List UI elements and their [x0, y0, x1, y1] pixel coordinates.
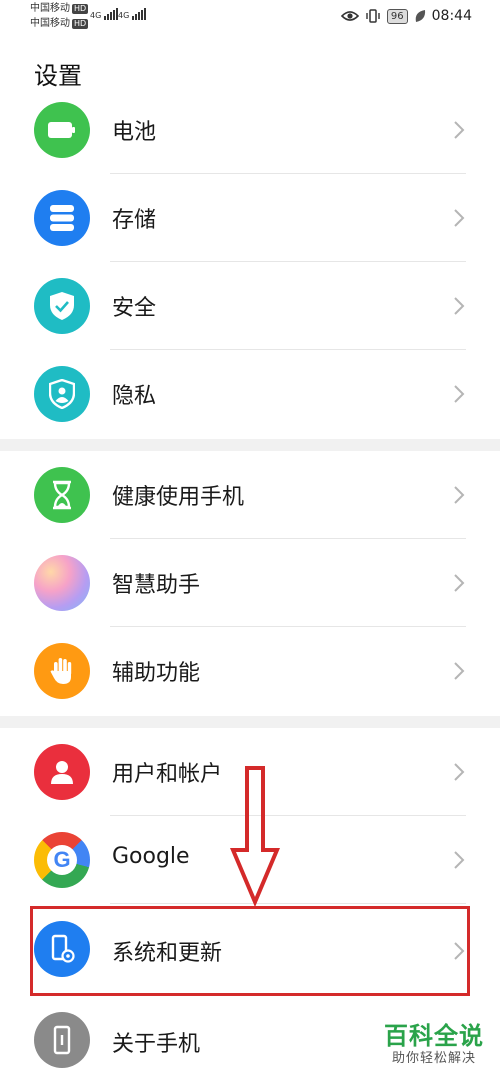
status-right: 96 08:44: [340, 8, 472, 24]
privacy-shield-user-icon: [34, 366, 90, 422]
settings-item-accessibility[interactable]: 辅助功能: [0, 627, 500, 715]
settings-item-label: 安全: [112, 296, 157, 321]
chevron-right-icon: [454, 574, 465, 592]
settings-item-label: 电池: [112, 120, 157, 145]
settings-item-label: 健康使用手机: [112, 485, 245, 510]
eye-icon: [340, 11, 359, 21]
chevron-right-icon: [454, 121, 465, 139]
divider: [110, 903, 466, 904]
annotation-highlight-box: [30, 906, 470, 996]
chevron-right-icon: [454, 763, 465, 781]
watermark-logo: 百科全说 助你轻松解决: [384, 1022, 484, 1068]
shield-check-icon: [34, 278, 90, 334]
user-icon: [34, 744, 90, 800]
chevron-right-icon: [454, 486, 465, 504]
hd-badge-2: HD: [72, 19, 89, 29]
battery-icon: [34, 102, 90, 158]
network-type-1: 4G: [90, 11, 102, 20]
settings-item-label: 用户和帐户: [112, 762, 223, 787]
settings-item-label: 存储: [112, 208, 157, 233]
hd-badge-1: HD: [72, 4, 89, 14]
settings-item-label: 辅助功能: [112, 661, 201, 686]
settings-item-privacy[interactable]: 隐私: [0, 350, 500, 438]
ai-assistant-orb-icon: [34, 555, 90, 611]
signal-2-icon: 4G: [118, 8, 146, 20]
settings-item-label: 关于手机: [112, 1032, 201, 1057]
carrier-2: 中国移动 HD: [30, 18, 89, 30]
vibrate-icon: [366, 9, 380, 23]
section-gap: [0, 439, 500, 451]
leaf-icon: [415, 10, 425, 22]
storage-icon: [34, 190, 90, 246]
settings-item-label: 智慧助手: [112, 573, 201, 598]
chevron-right-icon: [454, 297, 465, 315]
annotation-arrow-icon: [230, 766, 280, 906]
battery-indicator: 96: [386, 8, 408, 24]
chevron-right-icon: [454, 851, 465, 869]
signal-1-icon: 4G: [90, 8, 118, 20]
carrier-1: 中国移动 HD: [30, 3, 89, 15]
settings-item-label: 隐私: [112, 384, 157, 409]
clock: 08:44: [431, 8, 472, 24]
network-type-2: 4G: [118, 11, 130, 20]
settings-item-storage[interactable]: 存储: [0, 174, 500, 262]
hourglass-icon: [34, 467, 90, 523]
phone-icon: [34, 1012, 90, 1068]
settings-item-battery[interactable]: 电池: [0, 86, 500, 174]
settings-item-security[interactable]: 安全: [0, 262, 500, 350]
carrier-1-name: 中国移动: [30, 3, 70, 14]
settings-item-assistant[interactable]: 智慧助手: [0, 539, 500, 627]
section-gap: [0, 716, 500, 728]
google-g-icon: G: [34, 832, 90, 888]
hand-icon: [34, 643, 90, 699]
watermark-title: 百科全说: [384, 1022, 484, 1050]
settings-item-label: Google: [112, 844, 190, 869]
settings-item-digital-health[interactable]: 健康使用手机: [0, 451, 500, 539]
chevron-right-icon: [454, 662, 465, 680]
chevron-right-icon: [454, 385, 465, 403]
carrier-2-name: 中国移动: [30, 18, 70, 29]
status-bar: 中国移动 HD 中国移动 HD 4G 4G 96 08:44: [0, 0, 500, 36]
watermark-subtitle: 助你轻松解决: [391, 1051, 476, 1066]
chevron-right-icon: [454, 209, 465, 227]
